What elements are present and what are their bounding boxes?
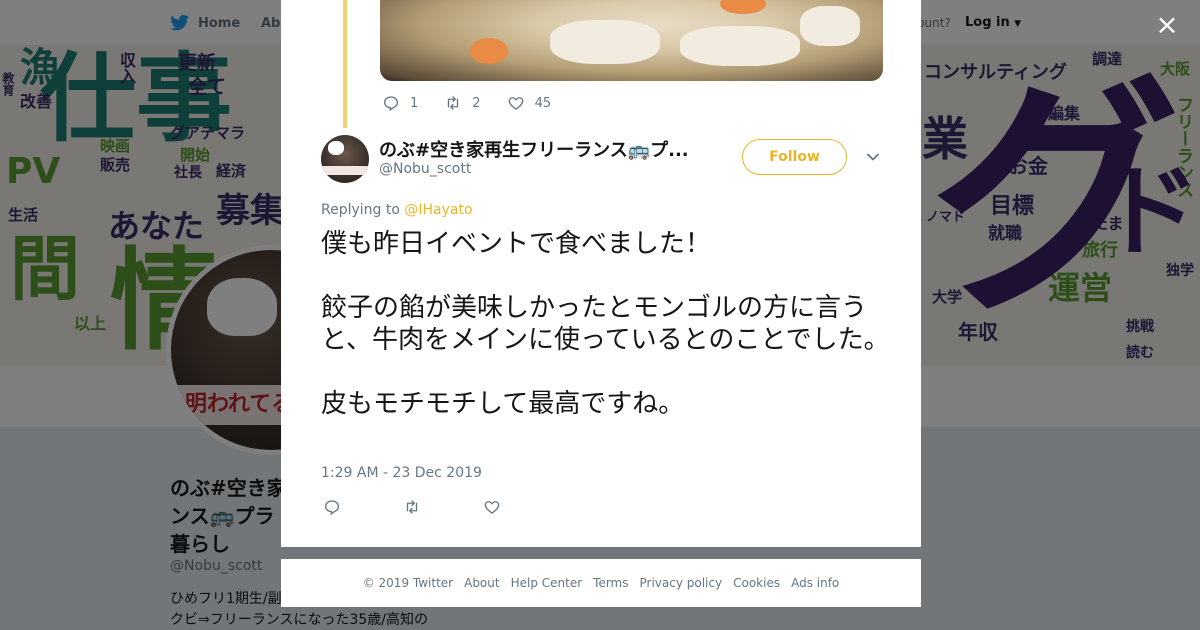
footer-link-privacy[interactable]: Privacy policy [640,576,723,590]
reply-icon [383,96,399,112]
retweet-count: 2 [472,95,481,111]
photo-detail [720,0,766,14]
replying-to-line: Replying to @IHayato [321,202,473,218]
heart-icon [508,97,523,110]
photo-detail [550,20,660,64]
footer-link-terms[interactable]: Terms [593,576,628,590]
replying-to-prefix: Replying to [321,202,400,218]
photo-detail [680,26,800,66]
tweet-author-avatar[interactable] [321,135,369,183]
footer-link-cookies[interactable]: Cookies [733,576,780,590]
like-count: 45 [534,95,552,111]
replying-to-mention[interactable]: @IHayato [404,202,472,218]
tweet-author-handle[interactable]: @Nobu_scott [379,161,471,177]
reply-button[interactable]: 1 [382,94,418,112]
retweet-button[interactable]: 2 [444,94,481,112]
tweet-actions [323,498,563,520]
parent-tweet-photo[interactable] [380,0,883,81]
follow-button[interactable]: Follow [742,139,847,175]
photo-detail [470,38,508,64]
tweet-timestamp[interactable]: 1:29 AM - 23 Dec 2019 [321,465,482,481]
like-button[interactable] [483,498,563,520]
thread-connector-line [343,0,347,128]
parent-tweet-actions: 1 2 45 [382,94,577,112]
footer-copyright: © 2019 Twitter [362,576,454,590]
retweet-icon [406,500,418,514]
avatar-detail [321,166,369,175]
tweet-author-name[interactable]: のぶ#空き家再生フリーランス🚌プ... [379,136,689,162]
close-icon: × [1155,8,1179,41]
retweet-icon [448,96,459,110]
like-button[interactable]: 45 [507,94,552,112]
close-modal-button[interactable]: × [1152,10,1182,40]
footer-link-help-center[interactable]: Help Center [511,576,583,590]
reply-button[interactable] [323,498,403,520]
tweet-modal: 1 2 45 のぶ#空き家再生フリーランス🚌プ... @Nobu_scott F… [281,0,921,547]
modal-footer: © 2019 Twitter About Help Center Terms P… [281,559,921,607]
chevron-down-icon[interactable] [865,149,881,165]
footer-link-about[interactable]: About [464,576,499,590]
tweet-text: 僕も昨日イベントで食べました！ 餃子の餡が美味しかったとモンゴルの方に言うと、牛… [321,229,890,419]
avatar-detail [328,141,344,155]
heart-icon [484,501,500,514]
retweet-button[interactable] [403,498,483,520]
reply-icon [324,500,340,516]
reply-count: 1 [410,95,419,111]
footer-link-ads-info[interactable]: Ads info [791,576,839,590]
photo-detail [800,6,860,46]
